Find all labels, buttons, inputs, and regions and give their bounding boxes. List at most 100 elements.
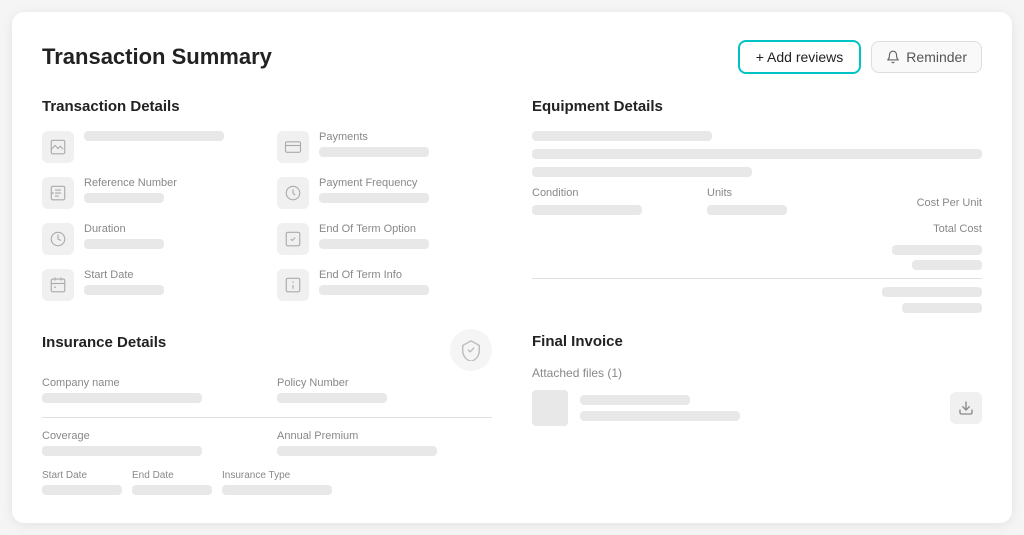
ins-type-item: Insurance Type (222, 470, 332, 495)
frequency-icon (277, 177, 309, 209)
start-date-label: Start Date (84, 269, 257, 281)
bell-icon (886, 50, 900, 64)
duration-label: Duration (84, 223, 257, 235)
start-date-skeleton (84, 285, 164, 295)
add-reviews-button[interactable]: + Add reviews (738, 40, 862, 74)
condition-skeleton (532, 205, 642, 215)
file-info (580, 395, 938, 421)
cost-per-unit-col: Cost Per Unit (882, 197, 982, 215)
attached-files-label: Attached files (1) (532, 366, 982, 380)
td-skeleton-1 (84, 131, 224, 141)
payments-icon (277, 131, 309, 163)
td-item-duration: Duration (42, 223, 257, 255)
annual-premium-skeleton (277, 446, 437, 456)
eq-right-2 (912, 260, 982, 270)
end-info-icon (277, 269, 309, 301)
company-name-item: Company name (42, 377, 257, 403)
td-item-frequency: Payment Frequency (277, 177, 492, 209)
td-item-reference: Reference Number (42, 177, 257, 209)
td-item-image (42, 131, 257, 163)
eq-total-2 (902, 303, 982, 313)
file-row (532, 390, 982, 426)
insurance-footer: Start Date End Date Insurance Type (42, 470, 492, 495)
insurance-details-section: Insurance Details Company name Po (42, 329, 492, 495)
ins-end-date-item: End Date (132, 470, 212, 495)
reminder-button[interactable]: Reminder (871, 41, 982, 73)
equipment-title: Equipment Details (532, 98, 982, 115)
image-icon (42, 131, 74, 163)
eq-right-1 (892, 245, 982, 255)
main-content: Transaction Details (42, 98, 982, 495)
insurance-divider-1 (42, 417, 492, 418)
ins-type-label: Insurance Type (222, 470, 332, 481)
start-date-icon (42, 269, 74, 301)
end-info-label: End Of Term Info (319, 269, 492, 281)
coverage-skeleton (42, 446, 202, 456)
insurance-row-1: Company name Policy Number (42, 377, 492, 403)
left-panel: Transaction Details (42, 98, 492, 495)
policy-number-skeleton (277, 393, 387, 403)
insurance-row-2: Coverage Annual Premium (42, 430, 492, 456)
equipment-header-skeletons (532, 131, 982, 177)
total-cost-row: Total Cost (532, 223, 982, 241)
units-skeleton (707, 205, 787, 215)
file-name-skeleton (580, 395, 690, 405)
ins-type-skeleton (222, 485, 332, 495)
equipment-divider (532, 278, 982, 279)
payments-label: Payments (319, 131, 492, 143)
units-col: Units (707, 187, 882, 215)
annual-premium-item: Annual Premium (277, 430, 492, 456)
policy-number-item: Policy Number (277, 377, 492, 403)
ins-start-date-label: Start Date (42, 470, 122, 481)
equipment-right-skeletons (532, 245, 982, 270)
total-cost-label: Total Cost (882, 223, 982, 235)
eq-total-1 (882, 287, 982, 297)
td-item-start-date: Start Date (42, 269, 257, 301)
ins-end-date-skeleton (132, 485, 212, 495)
final-invoice-title: Final Invoice (532, 333, 982, 350)
reference-icon (42, 177, 74, 209)
equipment-details-section: Equipment Details Condition Units (532, 98, 982, 313)
end-term-skeleton (319, 239, 429, 249)
ins-start-date-item: Start Date (42, 470, 122, 495)
td-item-payments: Payments (277, 131, 492, 163)
transaction-details-grid: Payments Reference Number (42, 131, 492, 301)
final-invoice-section: Final Invoice Attached files (1) (532, 333, 982, 426)
header-actions: + Add reviews Reminder (738, 40, 982, 74)
right-panel: Equipment Details Condition Units (532, 98, 982, 495)
condition-col-label: Condition (532, 187, 707, 199)
transaction-details-title: Transaction Details (42, 98, 492, 115)
reference-skeleton (84, 193, 164, 203)
end-info-skeleton (319, 285, 429, 295)
company-name-skeleton (42, 393, 202, 403)
policy-number-label: Policy Number (277, 377, 492, 389)
insurance-badge-icon (450, 329, 492, 371)
page-header: Transaction Summary + Add reviews Remind… (42, 40, 982, 74)
td-item-end-info: End Of Term Info (277, 269, 492, 301)
eq-skeleton-3 (532, 167, 752, 177)
reference-label: Reference Number (84, 177, 257, 189)
ins-start-date-skeleton (42, 485, 122, 495)
units-col-label: Units (707, 187, 882, 199)
equipment-totals (532, 287, 982, 313)
file-size-skeleton (580, 411, 740, 421)
transaction-summary-card: Transaction Summary + Add reviews Remind… (12, 12, 1012, 523)
payments-skeleton (319, 147, 429, 157)
frequency-skeleton (319, 193, 429, 203)
duration-skeleton (84, 239, 164, 249)
file-thumbnail (532, 390, 568, 426)
equipment-columns-header: Condition Units Cost Per Unit (532, 187, 982, 215)
condition-col: Condition (532, 187, 707, 215)
duration-icon (42, 223, 74, 255)
download-button[interactable] (950, 392, 982, 424)
td-item-end-term: End Of Term Option (277, 223, 492, 255)
insurance-title: Insurance Details (42, 334, 166, 351)
transaction-details-section: Transaction Details (42, 98, 492, 301)
ins-end-date-label: End Date (132, 470, 212, 481)
coverage-label: Coverage (42, 430, 257, 442)
end-term-label: End Of Term Option (319, 223, 492, 235)
eq-skeleton-2 (532, 149, 982, 159)
insurance-header: Insurance Details (42, 329, 492, 371)
end-term-icon (277, 223, 309, 255)
eq-skeleton-1 (532, 131, 712, 141)
